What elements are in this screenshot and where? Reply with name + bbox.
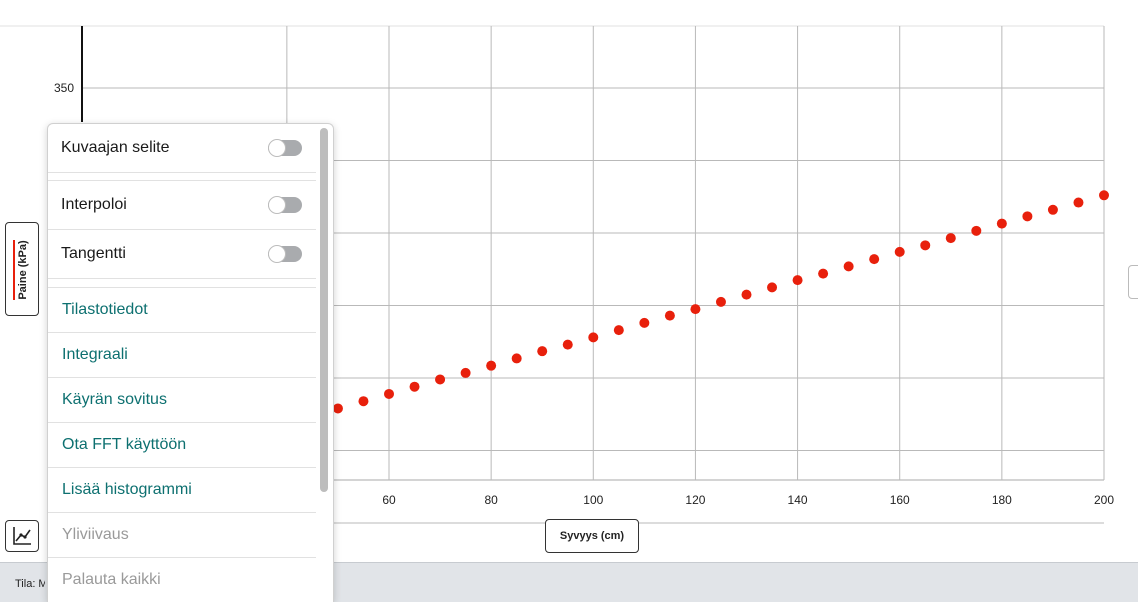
x-tick-label: 60	[382, 493, 396, 507]
menu-item-overlay[interactable]: Yliviivaus	[48, 513, 316, 557]
data-point	[869, 254, 880, 265]
side-panel-handle[interactable]	[1128, 265, 1138, 299]
menu-item-legend[interactable]: Kuvaajan selite	[48, 124, 316, 172]
x-tick-label: 80	[484, 493, 498, 507]
menu-scrollbar[interactable]	[320, 128, 328, 492]
data-point	[639, 317, 650, 328]
legend-label: Kuvaajan selite	[61, 139, 170, 156]
data-point	[486, 360, 497, 371]
data-point	[1047, 204, 1058, 215]
graph-options-menu: Kuvaajan selite Interpoloi Tangentti Til…	[47, 123, 334, 602]
data-point	[715, 296, 726, 307]
x-axis-selector-button[interactable]: Syvyys (cm)	[545, 519, 639, 553]
menu-item-interpolate[interactable]: Interpoloi	[48, 181, 316, 229]
legend-toggle[interactable]	[268, 139, 302, 157]
data-point	[971, 225, 982, 236]
data-point	[409, 381, 420, 392]
interpolate-label: Interpoloi	[61, 196, 127, 213]
data-point	[1099, 190, 1109, 201]
data-point	[1022, 211, 1033, 222]
x-axis-label: Syvyys (cm)	[559, 530, 625, 542]
data-point	[588, 332, 599, 343]
data-point	[894, 246, 905, 257]
data-point	[511, 353, 522, 364]
data-points	[332, 190, 1109, 414]
data-point	[562, 339, 573, 350]
data-point	[945, 233, 956, 244]
x-tick-label: 160	[890, 493, 910, 507]
data-point	[613, 325, 624, 336]
data-point	[358, 396, 369, 407]
status-text: Tila: M	[15, 578, 45, 590]
chart-tools-button[interactable]	[5, 520, 39, 552]
x-tick-label: 140	[788, 493, 808, 507]
series-color-line	[13, 240, 15, 300]
interpolate-toggle[interactable]	[268, 196, 302, 214]
y-tick-label: 350	[54, 81, 74, 95]
data-point	[690, 304, 701, 315]
menu-item-reset-all[interactable]: Palauta kaikki	[48, 558, 316, 602]
menu-item-histogram[interactable]: Lisää histogrammi	[48, 468, 316, 512]
data-point	[767, 282, 778, 293]
data-point	[818, 268, 829, 279]
y-axis-label: Paine (kPa)	[17, 240, 29, 300]
data-point	[460, 367, 471, 378]
menu-item-curve-fit[interactable]: Käyrän sovitus	[48, 378, 316, 422]
menu-item-statistics[interactable]: Tilastotiedot	[48, 288, 316, 332]
y-axis-selector-button[interactable]: Paine (kPa)	[5, 222, 39, 316]
menu-item-integral[interactable]: Integraali	[48, 333, 316, 377]
x-tick-label: 200	[1094, 493, 1114, 507]
data-point	[332, 403, 343, 414]
data-point	[996, 218, 1007, 229]
data-point	[920, 240, 931, 251]
x-tick-label: 180	[992, 493, 1012, 507]
menu-item-fft[interactable]: Ota FFT käyttöön	[48, 423, 316, 467]
chart-line-icon	[13, 527, 31, 545]
data-point	[537, 346, 548, 357]
data-point	[843, 261, 854, 272]
data-point	[384, 388, 394, 399]
data-point	[792, 275, 803, 286]
data-point	[435, 374, 446, 385]
tangent-toggle[interactable]	[268, 245, 302, 263]
data-point	[664, 310, 675, 321]
x-tick-label: 120	[685, 493, 705, 507]
x-tick-label: 100	[583, 493, 603, 507]
menu-item-tangent[interactable]: Tangentti	[48, 230, 316, 278]
data-point	[1073, 197, 1084, 208]
tangent-label: Tangentti	[61, 245, 126, 262]
data-point	[741, 289, 752, 300]
